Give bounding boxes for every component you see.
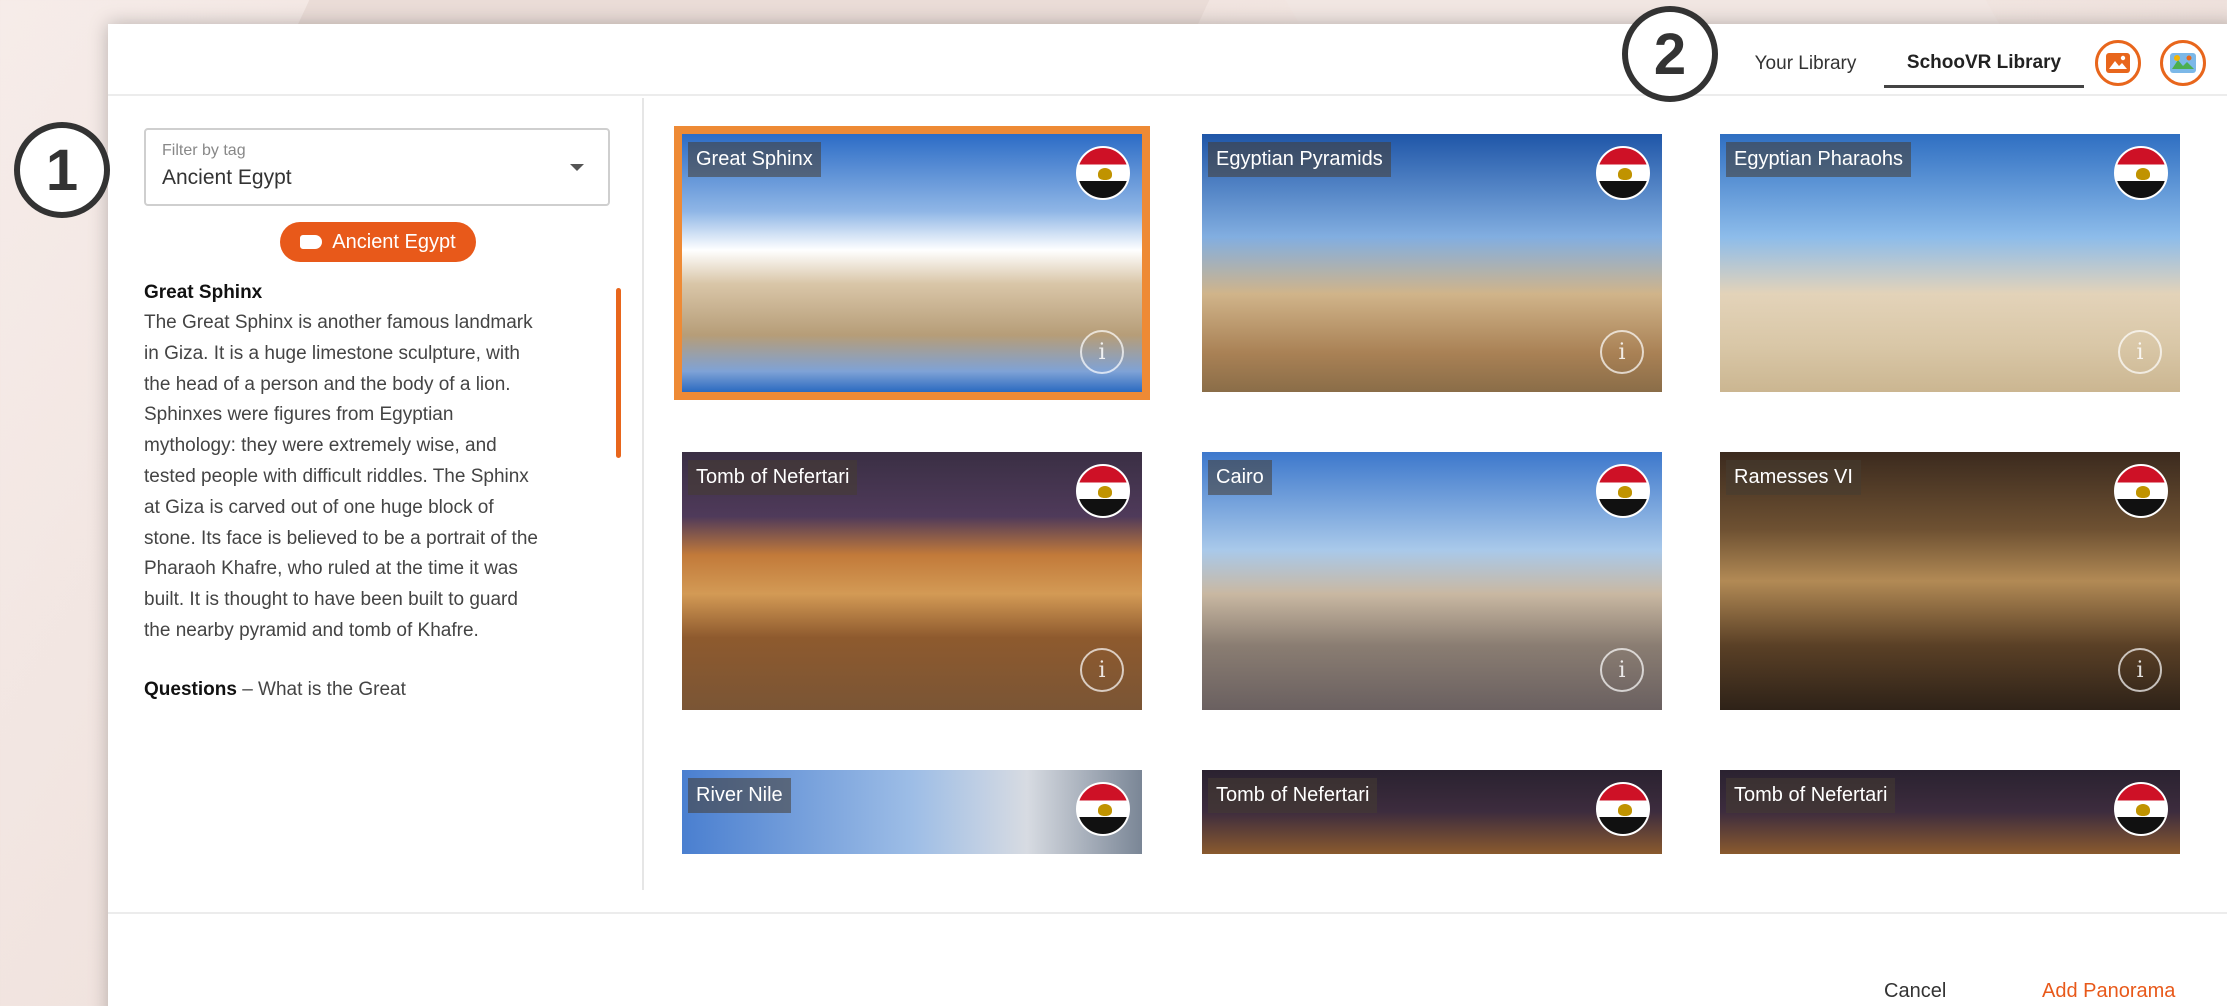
card-title: Egyptian Pharaohs	[1726, 142, 1912, 177]
add-panorama-button[interactable]: Add Panorama	[2042, 980, 2175, 1003]
egypt-flag-icon	[1596, 146, 1650, 200]
tag-chip-label: Ancient Egypt	[332, 230, 456, 253]
card-title: Tomb of Nefertari	[688, 460, 858, 495]
chevron-down-icon[interactable]	[570, 164, 584, 171]
description-title: Great Sphinx	[144, 282, 263, 303]
egypt-flag-icon	[2114, 146, 2168, 200]
panorama-grid: Great Sphinx i Egyptian Pyramids i Egypt…	[646, 98, 2227, 890]
map-image-icon	[2170, 53, 2196, 73]
cancel-button[interactable]: Cancel	[1884, 980, 1946, 1003]
panorama-description: Great Sphinx The Great Sphinx is another…	[144, 278, 544, 782]
panorama-card[interactable]: Tomb of Nefertari	[1720, 770, 2180, 854]
info-icon[interactable]: i	[2118, 330, 2162, 374]
image-upload-icon	[2106, 53, 2130, 73]
card-title: Tomb of Nefertari	[1726, 778, 1896, 813]
card-title: Ramesses VI	[1726, 460, 1861, 495]
filter-label: Filter by tag	[162, 142, 246, 159]
description-questions: Questions – What is the Great	[144, 678, 406, 700]
info-icon[interactable]: i	[1080, 648, 1124, 692]
questions-label: Questions	[144, 678, 237, 700]
panorama-card[interactable]: Great Sphinx i	[674, 126, 1150, 400]
info-icon[interactable]: i	[1080, 330, 1124, 374]
step-badge-2: 2	[1622, 6, 1718, 102]
info-icon[interactable]: i	[1600, 648, 1644, 692]
tag-chip[interactable]: Ancient Egypt	[280, 222, 476, 262]
dialog-footer: Cancel Add Panorama	[108, 912, 2227, 1006]
panorama-card[interactable]: Cairo i	[1202, 452, 1662, 710]
dialog-header: Your Library SchooVR Library	[108, 24, 2227, 96]
questions-text: What is the Great	[258, 678, 406, 700]
description-panel: Filter by tag Ancient Egypt Ancient Egyp…	[108, 98, 644, 890]
description-scrollbar[interactable]	[616, 288, 621, 458]
panorama-card[interactable]: Tomb of Nefertari	[1202, 770, 1662, 854]
panorama-dialog: Your Library SchooVR Library Filter by t…	[108, 24, 2227, 1006]
tab-your-library[interactable]: Your Library	[1718, 40, 1893, 88]
description-body: The Great Sphinx is another famous landm…	[144, 312, 538, 641]
egypt-flag-icon	[2114, 782, 2168, 836]
image-upload-button[interactable]	[2095, 40, 2141, 86]
panorama-card[interactable]: River Nile	[682, 770, 1142, 854]
tag-filter-select[interactable]: Filter by tag Ancient Egypt	[144, 128, 610, 206]
egypt-flag-icon	[1596, 782, 1650, 836]
panorama-card[interactable]: Tomb of Nefertari i	[682, 452, 1142, 710]
egypt-flag-icon	[1076, 782, 1130, 836]
map-image-button[interactable]	[2160, 40, 2206, 86]
egypt-flag-icon	[1076, 464, 1130, 518]
egypt-flag-icon	[2114, 464, 2168, 518]
panorama-card[interactable]: Egyptian Pyramids i	[1202, 134, 1662, 392]
panorama-card[interactable]: Egyptian Pharaohs i	[1720, 134, 2180, 392]
egypt-flag-icon	[1596, 464, 1650, 518]
card-title: River Nile	[688, 778, 791, 813]
card-title: Great Sphinx	[688, 142, 821, 177]
card-title: Cairo	[1208, 460, 1272, 495]
tab-schoovr-library[interactable]: SchooVR Library	[1884, 40, 2084, 88]
egypt-flag-icon	[1076, 146, 1130, 200]
card-title: Tomb of Nefertari	[1208, 778, 1378, 813]
panorama-card[interactable]: Ramesses VI i	[1720, 452, 2180, 710]
filter-value: Ancient Egypt	[162, 166, 292, 189]
tag-icon	[300, 235, 323, 249]
step-badge-1: 1	[14, 122, 110, 218]
info-icon[interactable]: i	[2118, 648, 2162, 692]
card-title: Egyptian Pyramids	[1208, 142, 1391, 177]
info-icon[interactable]: i	[1600, 330, 1644, 374]
